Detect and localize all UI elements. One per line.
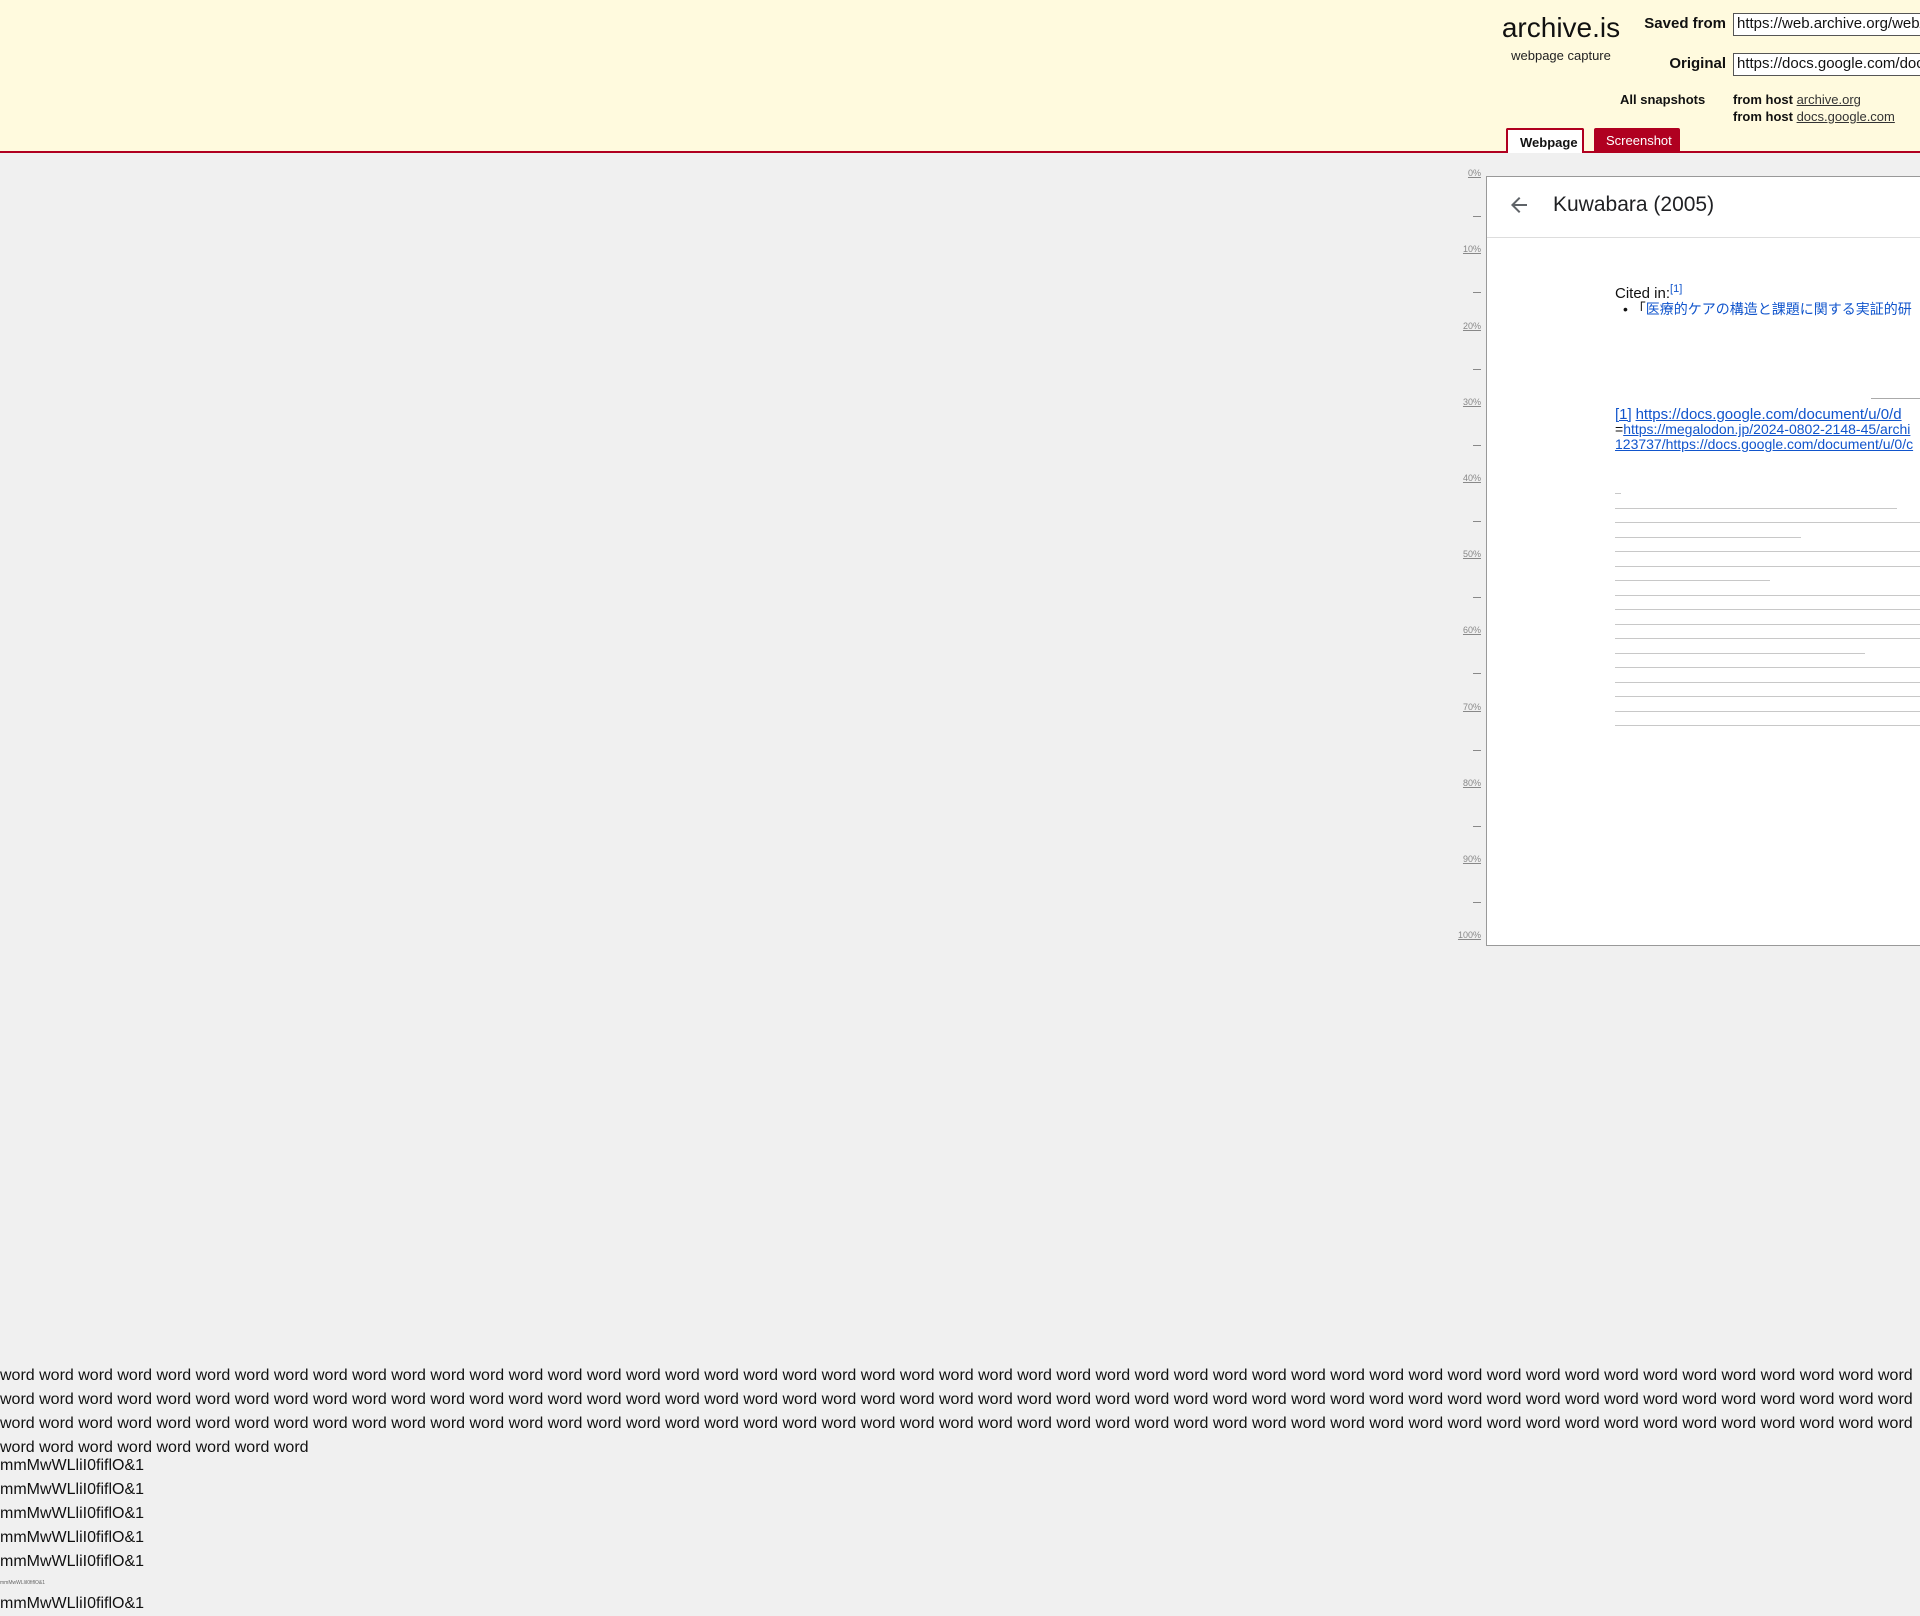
faint-line <box>1615 566 1920 567</box>
faint-line <box>1615 682 1920 683</box>
faint-line <box>1615 522 1920 523</box>
ruler-tick <box>1473 292 1481 293</box>
ruler-label[interactable]: 100% <box>1458 930 1481 940</box>
ruler-label[interactable]: 50% <box>1463 549 1481 559</box>
scroll-ruler[interactable]: 0% 10% 20% 30% 40% 50% 60% 70% 80% 90% 1… <box>1445 164 1483 944</box>
ruler-label[interactable]: 80% <box>1463 778 1481 788</box>
saved-from-input[interactable]: https://web.archive.org/web/2 <box>1733 13 1920 36</box>
footnote-eq: = <box>1615 421 1624 437</box>
ruler-label[interactable]: 60% <box>1463 625 1481 635</box>
snapshot-prefix: from host <box>1733 92 1793 107</box>
footnote-divider <box>1871 398 1920 399</box>
ruler-tick <box>1473 673 1481 674</box>
faint-line <box>1615 551 1920 552</box>
archive-header: archive.is webpage capture Saved from ht… <box>0 0 1920 153</box>
faint-line <box>1615 711 1920 712</box>
ruler-tick <box>1473 750 1481 751</box>
faint-line <box>1615 493 1621 494</box>
archive-logo[interactable]: archive.is webpage capture <box>1490 10 1632 63</box>
cited-item-link[interactable]: 医療的ケアの構造と課題に関する実証的研 <box>1646 301 1912 317</box>
logo-title: archive.is <box>1501 12 1621 43</box>
saved-from-label: Saved from <box>1644 15 1726 32</box>
ruler-label[interactable]: 30% <box>1463 397 1481 407</box>
ruler-tick <box>1473 445 1481 446</box>
glyph-line: mmMwWLliI0fiflO&1 <box>0 1481 145 1498</box>
ruler-tick <box>1473 597 1481 598</box>
ruler-label[interactable]: 0% <box>1468 168 1481 178</box>
arrow-left-icon[interactable] <box>1507 193 1531 217</box>
ruler-tick <box>1473 216 1481 217</box>
glyph-line: mmMwWLliI0fiflO&1 <box>0 1553 145 1570</box>
snapshot-row-archive-org: from host archive.org <box>1733 92 1861 107</box>
tab-webpage[interactable]: Webpage <box>1506 128 1584 153</box>
ruler-tick <box>1473 521 1481 522</box>
ruler-label[interactable]: 10% <box>1463 244 1481 254</box>
ruler-label[interactable]: 40% <box>1463 473 1481 483</box>
glyph-line: mmMwWLliI0fiflO&1 <box>0 1595 145 1612</box>
faint-line <box>1615 609 1920 610</box>
snapshot-host-link[interactable]: docs.google.com <box>1797 109 1895 124</box>
faint-line <box>1615 537 1801 538</box>
original-label: Original <box>1669 55 1726 72</box>
cited-list-item: • 「医療的ケアの構造と課題に関する実証的研 <box>1623 301 1912 317</box>
ruler-tick <box>1473 902 1481 903</box>
logo-subtitle: webpage capture <box>1511 48 1611 63</box>
faint-line <box>1615 624 1920 625</box>
cited-item-prefix: 「 <box>1631 301 1646 317</box>
footnote-ref-link[interactable]: [1] <box>1670 283 1682 295</box>
faint-line <box>1615 667 1920 668</box>
glyph-line-tiny: mmMwWLliI0fiflO&1 <box>0 1580 46 1586</box>
footnote: [1] https://docs.google.com/document/u/0… <box>1615 407 1913 452</box>
glyph-test-block: mmMwWLliI0fiflO&1 mmMwWLliI0fiflO&1 mmMw… <box>0 1454 144 1616</box>
all-snapshots-label: All snapshots <box>1620 92 1706 107</box>
faint-line <box>1615 725 1920 726</box>
faint-line <box>1615 638 1920 639</box>
ruler-label[interactable]: 20% <box>1463 321 1481 331</box>
ruler-tick <box>1473 369 1481 370</box>
glyph-line: mmMwWLliI0fiflO&1 <box>0 1457 145 1474</box>
faint-line <box>1615 508 1897 509</box>
snapshot-row-docs-google: from host docs.google.com <box>1733 109 1895 124</box>
document-title: Kuwabara (2005) <box>1553 193 1715 216</box>
footnote-link-megalodon[interactable]: https://megalodon.jp/2024-0802-2148-45/a… <box>1623 421 1910 437</box>
document-topbar: Kuwabara (2005) <box>1487 177 1920 238</box>
glyph-line: mmMwWLliI0fiflO&1 <box>0 1529 145 1546</box>
ruler-label[interactable]: 90% <box>1463 854 1481 864</box>
snapshot-host-link[interactable]: archive.org <box>1797 92 1861 107</box>
faint-line <box>1615 653 1865 654</box>
captured-document: Kuwabara (2005) Cited in:[1] • 「医療的ケアの構造… <box>1486 176 1920 946</box>
tab-screenshot[interactable]: Screenshot <box>1594 128 1680 153</box>
footnote-link-archive[interactable]: 123737/https://docs.google.com/document/… <box>1615 436 1913 452</box>
faint-line <box>1615 696 1920 697</box>
word-paragraph: word word word word word word word word … <box>0 1367 1913 1456</box>
ruler-label[interactable]: 70% <box>1463 702 1481 712</box>
original-input[interactable]: https://docs.google.com/docu <box>1733 53 1920 76</box>
snapshot-prefix: from host <box>1733 109 1793 124</box>
ruler-tick <box>1473 826 1481 827</box>
faint-line <box>1615 580 1770 581</box>
faint-line <box>1615 595 1920 596</box>
glyph-line: mmMwWLliI0fiflO&1 <box>0 1505 145 1522</box>
